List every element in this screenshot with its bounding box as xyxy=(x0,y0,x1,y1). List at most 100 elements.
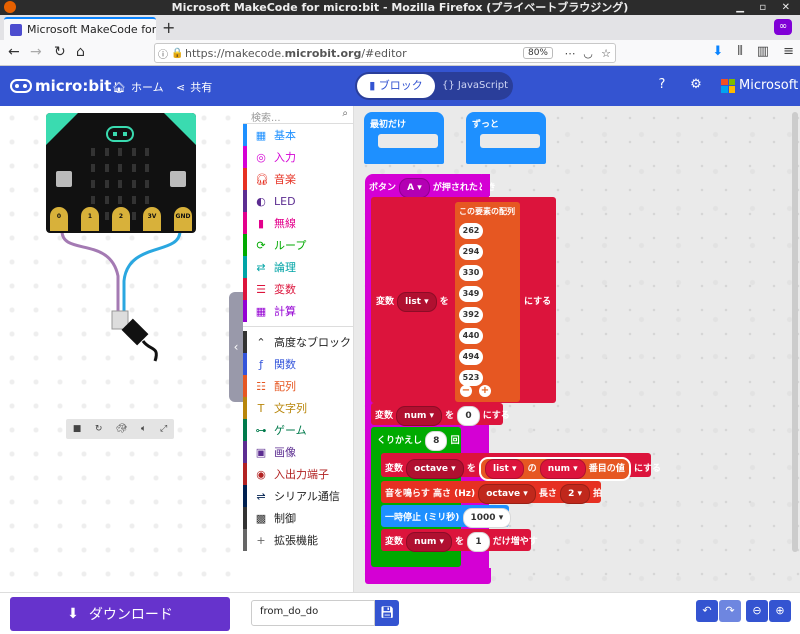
on-start-block[interactable]: 最初だけ xyxy=(364,112,444,164)
stop-icon[interactable]: ■ xyxy=(73,424,82,434)
zoom-level[interactable]: 80% xyxy=(522,47,553,59)
pin-gnd[interactable]: GND xyxy=(174,207,192,231)
toolbox-category-7[interactable]: ☰ 変数 xyxy=(243,278,353,300)
redo-icon[interactable]: ↷ xyxy=(719,600,741,622)
change-amount[interactable]: 1 xyxy=(467,532,490,552)
microbit-logo[interactable]: micro:bit xyxy=(10,77,111,95)
add-item-icon[interactable]: + xyxy=(479,385,491,397)
play-tone-block[interactable]: 音を鳴らす 高さ (Hz) octave ▾ 長さ 2 ▾ 拍 xyxy=(381,481,602,504)
array-value-4[interactable]: 392 xyxy=(459,307,483,323)
array-value-6[interactable]: 494 xyxy=(459,349,483,365)
info-icon[interactable]: ⓘ xyxy=(155,46,171,61)
forward-button[interactable]: → xyxy=(30,44,42,60)
toolbox-category-6[interactable]: ⇌ シリアル通信 xyxy=(243,485,353,507)
microsoft-logo[interactable]: Microsoft xyxy=(721,78,798,93)
restart-icon[interactable]: ↻ xyxy=(95,424,103,434)
settings-gear-icon[interactable]: ⚙ xyxy=(689,78,703,92)
help-icon[interactable]: ? xyxy=(655,78,669,92)
toolbox-category-2[interactable]: 🎧︎ 音楽 xyxy=(243,168,353,190)
pin-0[interactable]: 0 xyxy=(50,207,68,231)
toolbox-category-8[interactable]: + 拡張機能 xyxy=(243,529,353,551)
undo-icon[interactable]: ↶ xyxy=(696,600,718,622)
search-icon[interactable]: ⌕ xyxy=(342,108,348,119)
home-button[interactable]: ⌂ xyxy=(76,44,85,60)
button-dropdown[interactable]: A ▾ xyxy=(399,178,430,198)
browser-tab[interactable]: Microsoft MakeCode for m ✕ xyxy=(4,17,156,40)
array-value-7[interactable]: 523 xyxy=(459,370,483,386)
pause-value-dropdown[interactable]: 1000 ▾ xyxy=(462,508,512,528)
zoom-in-icon[interactable]: ⊕ xyxy=(769,600,791,622)
button-a[interactable] xyxy=(56,171,72,187)
fullscreen-icon[interactable]: ⤢ xyxy=(160,424,167,434)
toolbox-category-1[interactable]: ◎ 入力 xyxy=(243,146,353,168)
toolbox-category-5[interactable]: ⟳ ループ xyxy=(243,234,353,256)
list-index-block[interactable]: list ▾ の num ▾ 番目の値 xyxy=(478,457,631,481)
remove-item-icon[interactable]: − xyxy=(460,385,472,397)
blocks-workspace[interactable]: 最初だけ ずっと ボタン A ▾ が押されたとき 変数 list ▾ を にする… xyxy=(354,106,800,592)
array-value-2[interactable]: 330 xyxy=(459,265,483,281)
array-value-1[interactable]: 294 xyxy=(459,244,483,260)
change-num-block[interactable]: 変数 num ▾ を 1 だけ増やす xyxy=(381,529,538,552)
toolbox-category-0[interactable]: ƒ 関数 xyxy=(243,353,353,375)
toolbox-category-0[interactable]: ▦ 基本 xyxy=(243,124,353,146)
toolbox-category-5[interactable]: ◉ 入出力端子 xyxy=(243,463,353,485)
frequency-dropdown[interactable]: octave ▾ xyxy=(478,484,536,504)
set-num-block[interactable]: 変数 num ▾ を 0 にする xyxy=(371,403,510,426)
repeat-count[interactable]: 8 xyxy=(425,431,448,451)
beats-dropdown[interactable]: 2 ▾ xyxy=(560,484,590,504)
array-value-3[interactable]: 349 xyxy=(459,286,483,302)
menu-icon[interactable]: ≡ xyxy=(783,44,794,59)
zoom-out-icon[interactable]: ⊖ xyxy=(746,600,768,622)
num-variable-dropdown[interactable]: num ▾ xyxy=(396,406,443,426)
advanced-toggle[interactable]: ⌃ 高度なブロック xyxy=(243,331,353,353)
forever-block[interactable]: ずっと xyxy=(466,112,546,164)
pin-2[interactable]: 2 xyxy=(112,207,130,231)
toolbox-category-6[interactable]: ⇄ 論理 xyxy=(243,256,353,278)
toolbox-category-1[interactable]: ☷ 配列 xyxy=(243,375,353,397)
mute-icon[interactable]: 🔈︎ xyxy=(141,424,146,434)
slow-motion-icon[interactable]: 🐢︎ xyxy=(116,424,127,434)
collapse-simulator-button[interactable]: ‹ xyxy=(229,292,243,402)
downloads-icon[interactable]: ⬇ xyxy=(712,44,723,59)
url-text[interactable]: https://makecode.microbit.org/#editor xyxy=(185,47,523,60)
pocket-icon[interactable]: ◡ xyxy=(579,47,597,60)
array-value-5[interactable]: 440 xyxy=(459,328,483,344)
octave-variable-dropdown[interactable]: octave ▾ xyxy=(406,459,464,479)
workspace-scrollbar[interactable] xyxy=(792,112,798,552)
list-reporter-dropdown[interactable]: list ▾ xyxy=(484,459,525,479)
lock-icon[interactable]: 🔒 xyxy=(171,48,185,59)
microbit-board[interactable]: 0 1 2 3V GND xyxy=(46,113,196,233)
pin-3v[interactable]: 3V xyxy=(143,207,161,231)
download-button[interactable]: ⬇ ダウンロード xyxy=(10,597,230,631)
list-variable-dropdown[interactable]: list ▾ xyxy=(397,292,437,312)
new-tab-button[interactable]: + xyxy=(162,18,175,37)
window-controls[interactable]: ▁ ▫ ✕ xyxy=(736,0,796,15)
pin-1[interactable]: 1 xyxy=(81,207,99,231)
page-actions-icon[interactable]: ⋯ xyxy=(561,47,579,60)
toolbox-category-8[interactable]: ▦ 計算 xyxy=(243,300,353,322)
reload-button[interactable]: ↻ xyxy=(54,44,66,60)
javascript-tab[interactable]: {} JavaScript xyxy=(439,74,511,98)
toolbox-search[interactable]: 検索... ⌕ xyxy=(243,106,353,124)
library-icon[interactable]: ⫴ xyxy=(737,44,742,59)
toolbox-category-3[interactable]: ◐ LED xyxy=(243,190,353,212)
save-icon[interactable]: 💾︎ xyxy=(375,600,399,626)
toolbox-category-4[interactable]: ▮ 無線 xyxy=(243,212,353,234)
project-name-input[interactable]: from_do_do xyxy=(251,600,375,626)
set-octave-block[interactable]: 変数 octave ▾ を list ▾ の num ▾ 番目の値 にする xyxy=(381,453,661,481)
toolbox-category-4[interactable]: ▣ 画像 xyxy=(243,441,353,463)
toolbox-category-2[interactable]: T 文字列 xyxy=(243,397,353,419)
num-initial-value[interactable]: 0 xyxy=(457,406,480,426)
button-b[interactable] xyxy=(170,171,186,187)
home-nav-button[interactable]: 🏠︎ ホーム xyxy=(112,79,164,95)
back-button[interactable]: ← xyxy=(8,44,20,60)
sidebar-icon[interactable]: ▥ xyxy=(757,44,769,59)
change-variable-dropdown[interactable]: num ▾ xyxy=(406,532,453,552)
bookmark-star-icon[interactable]: ☆ xyxy=(597,47,615,60)
toolbox-category-3[interactable]: ⊶ ゲーム xyxy=(243,419,353,441)
blocks-tab[interactable]: ▮ ブロック xyxy=(357,74,435,98)
url-bar[interactable]: ⓘ 🔒 https://makecode.microbit.org/#edito… xyxy=(154,43,616,63)
toolbox-category-7[interactable]: ▩ 制御 xyxy=(243,507,353,529)
share-button[interactable]: ⋖ 共有 xyxy=(176,79,212,95)
pause-block[interactable]: 一時停止 (ミリ秒) 1000 ▾ xyxy=(381,505,512,528)
